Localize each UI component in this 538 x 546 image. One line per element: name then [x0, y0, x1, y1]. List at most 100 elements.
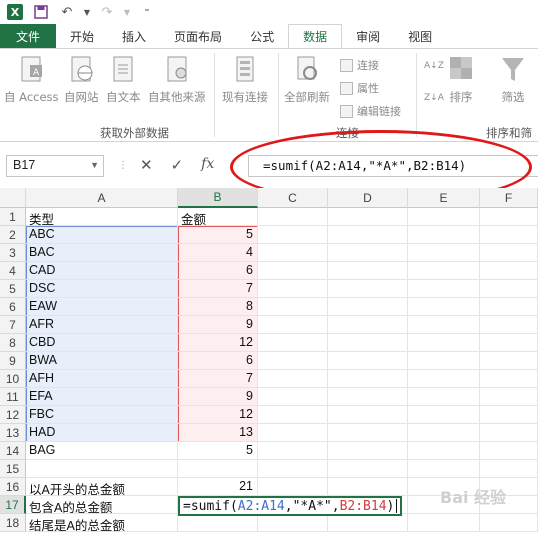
column-header-b[interactable]: B: [178, 188, 258, 208]
cell-a[interactable]: CAD: [26, 262, 178, 280]
empty-cell[interactable]: [480, 334, 538, 352]
empty-cell[interactable]: [480, 514, 538, 532]
empty-cell[interactable]: [408, 460, 480, 478]
save-icon[interactable]: [30, 1, 52, 23]
cell-b[interactable]: 5: [178, 226, 258, 244]
cell-b[interactable]: 12: [178, 406, 258, 424]
cell-b[interactable]: 6: [178, 262, 258, 280]
tab-formulas[interactable]: 公式: [236, 24, 288, 48]
cell-a[interactable]: AFH: [26, 370, 178, 388]
empty-cell[interactable]: [258, 370, 328, 388]
empty-cell[interactable]: [480, 208, 538, 226]
empty-cell[interactable]: [480, 244, 538, 262]
row-header[interactable]: 11: [0, 388, 26, 406]
empty-cell[interactable]: [408, 280, 480, 298]
column-header-a[interactable]: A: [26, 188, 178, 208]
from-other-sources-button[interactable]: 自其他来源: [148, 55, 206, 105]
empty-cell[interactable]: [328, 316, 408, 334]
empty-cell[interactable]: [258, 244, 328, 262]
empty-cell[interactable]: [258, 514, 328, 532]
empty-cell[interactable]: [480, 442, 538, 460]
cell-a[interactable]: EFA: [26, 388, 178, 406]
enter-icon[interactable]: ✓: [171, 156, 184, 174]
undo-dropdown-icon[interactable]: ▼: [82, 1, 92, 23]
sort-az-button[interactable]: A↓Z: [424, 61, 444, 71]
worksheet-grid[interactable]: A B C D E F 1 类型 金额 2 ABC 5 3 BAC 4 4 CAD 6 5 DSC 7 6 EA…: [0, 188, 538, 546]
empty-cell[interactable]: [480, 424, 538, 442]
cell-b[interactable]: 9: [178, 316, 258, 334]
empty-cell[interactable]: [328, 298, 408, 316]
row-header[interactable]: 12: [0, 406, 26, 424]
cell-a[interactable]: 类型: [26, 208, 178, 227]
edit-links-button[interactable]: 编辑链接: [340, 103, 401, 119]
empty-cell[interactable]: [328, 406, 408, 424]
empty-cell[interactable]: [408, 514, 480, 532]
row-header[interactable]: 15: [0, 460, 26, 478]
cell-a[interactable]: AFR: [26, 316, 178, 334]
empty-cell[interactable]: [408, 406, 480, 424]
empty-cell[interactable]: [328, 460, 408, 478]
row-header[interactable]: 9: [0, 352, 26, 370]
empty-cell[interactable]: [258, 280, 328, 298]
cell-a[interactable]: BAC: [26, 244, 178, 262]
row-header[interactable]: 8: [0, 334, 26, 352]
empty-cell[interactable]: [328, 280, 408, 298]
cell-b[interactable]: 21: [178, 478, 258, 496]
properties-button[interactable]: 属性: [340, 80, 379, 96]
empty-cell[interactable]: [258, 424, 328, 442]
empty-cell[interactable]: [408, 316, 480, 334]
column-header-c[interactable]: C: [258, 188, 328, 208]
row-header[interactable]: 1: [0, 208, 26, 226]
tab-view[interactable]: 视图: [394, 24, 446, 48]
cell-a[interactable]: HAD: [26, 424, 178, 442]
row-header[interactable]: 3: [0, 244, 26, 262]
cell-a[interactable]: ABC: [26, 226, 178, 244]
empty-cell[interactable]: [258, 352, 328, 370]
cell-b[interactable]: 4: [178, 244, 258, 262]
cell-a[interactable]: 包含A的总金额: [26, 496, 178, 515]
select-all-corner[interactable]: [0, 188, 26, 208]
resize-handle-icon[interactable]: ⋮: [118, 160, 128, 171]
empty-cell[interactable]: [408, 208, 480, 226]
row-header[interactable]: 17: [0, 496, 26, 514]
cell-a[interactable]: 结尾是A的总金额: [26, 514, 178, 533]
empty-cell[interactable]: [480, 406, 538, 424]
empty-cell[interactable]: [328, 370, 408, 388]
empty-cell[interactable]: [408, 352, 480, 370]
empty-cell[interactable]: [328, 334, 408, 352]
empty-cell[interactable]: [258, 226, 328, 244]
existing-connections-button[interactable]: 现有连接: [222, 55, 268, 105]
tab-home[interactable]: 开始: [56, 24, 108, 48]
empty-cell[interactable]: [480, 388, 538, 406]
refresh-all-button[interactable]: 全部刷新: [284, 55, 330, 105]
empty-cell[interactable]: [408, 442, 480, 460]
row-header[interactable]: 18: [0, 514, 26, 532]
cell-a[interactable]: EAW: [26, 298, 178, 316]
empty-cell[interactable]: [408, 262, 480, 280]
row-header[interactable]: 16: [0, 478, 26, 496]
undo-icon[interactable]: ↶: [56, 1, 78, 23]
column-header-e[interactable]: E: [408, 188, 480, 208]
name-box[interactable]: B17 ▼: [6, 155, 104, 177]
row-header[interactable]: 4: [0, 262, 26, 280]
cell-b[interactable]: [178, 514, 258, 532]
cell-a[interactable]: 以A开头的总金额: [26, 478, 178, 497]
empty-cell[interactable]: [258, 334, 328, 352]
cell-b[interactable]: [178, 460, 258, 478]
empty-cell[interactable]: [328, 262, 408, 280]
cell-b[interactable]: 8: [178, 298, 258, 316]
empty-cell[interactable]: [328, 478, 408, 496]
redo-dropdown-icon[interactable]: ▼: [122, 1, 132, 23]
empty-cell[interactable]: [408, 370, 480, 388]
editing-cell-b17[interactable]: =sumif(A2:A14 ,"*A*", B2:B14): [178, 496, 403, 516]
empty-cell[interactable]: [328, 442, 408, 460]
empty-cell[interactable]: [258, 460, 328, 478]
row-header[interactable]: 14: [0, 442, 26, 460]
empty-cell[interactable]: [480, 352, 538, 370]
row-header[interactable]: 5: [0, 280, 26, 298]
empty-cell[interactable]: [480, 262, 538, 280]
cell-a[interactable]: BAG: [26, 442, 178, 460]
empty-cell[interactable]: [328, 352, 408, 370]
row-header[interactable]: 10: [0, 370, 26, 388]
cell-b[interactable]: 9: [178, 388, 258, 406]
